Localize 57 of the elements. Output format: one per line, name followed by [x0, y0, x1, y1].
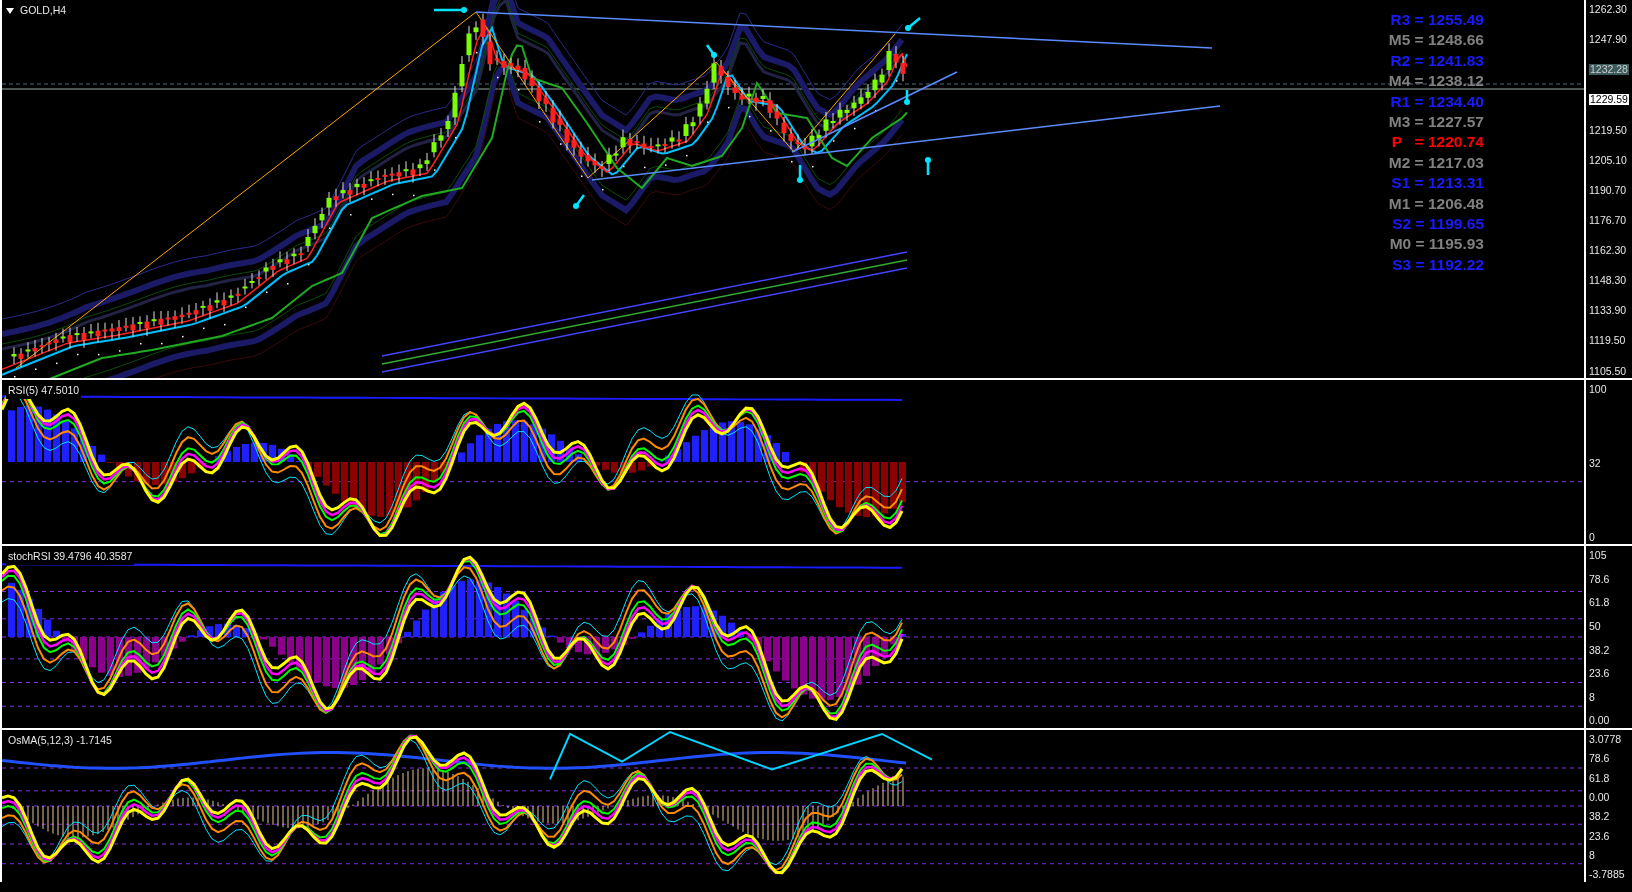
price-axis-label: 1247.90 — [1589, 34, 1627, 45]
pivot-level-label: M4 = 1238.12 — [1388, 71, 1484, 92]
arrow-icon — [797, 165, 803, 183]
axis-label: 3.0778 — [1589, 734, 1623, 745]
axis-label: 105 — [1589, 550, 1608, 561]
pivot-level-label: R3 = 1255.49 — [1390, 10, 1484, 30]
panel-title: GOLD,H4 — [18, 3, 69, 19]
axis-label: 78.6 — [1589, 573, 1611, 585]
axis-label: 38.2 — [1589, 644, 1611, 656]
axis-label: 23.6 — [1589, 830, 1611, 842]
pivot-level-label: S2 = 1199.65 — [1392, 214, 1484, 235]
arrow-icon — [925, 157, 931, 175]
panel-title: stochRSI 39.4796 40.3587 — [6, 549, 135, 565]
panel-title: OsMA(5,12,3) -1.7145 — [6, 733, 114, 749]
pivot-level-label: M1 = 1206.48 — [1388, 193, 1484, 214]
pivot-level-label: R1 = 1234.40 — [1390, 91, 1484, 112]
axis-label: 8 — [1589, 850, 1596, 861]
axis-label: 0.00 — [1589, 792, 1611, 803]
axis-label: 61.8 — [1589, 597, 1611, 608]
arrow-icon — [434, 7, 467, 13]
price-axis-label: 1148.30 — [1589, 275, 1627, 286]
axis-label: 50 — [1589, 620, 1602, 632]
axis-label: 78.6 — [1589, 753, 1611, 764]
price-axis-label: 1219.50 — [1589, 124, 1627, 135]
axis-label: -3.7885 — [1589, 869, 1626, 880]
axis-label: 32 — [1589, 457, 1602, 469]
price-axis-label: 1205.10 — [1589, 154, 1627, 166]
axis-label: 100 — [1589, 384, 1608, 395]
arrow-icon — [705, 44, 717, 58]
pivot-level-label: S3 = 1192.22 — [1392, 254, 1484, 275]
dropdown-triangle-icon — [6, 7, 14, 14]
price-axis-label: 1133.90 — [1589, 305, 1627, 316]
price-tag: 1232.28 — [1589, 64, 1629, 75]
pivot-level-label: S1 = 1213.31 — [1391, 173, 1484, 194]
axis-label: 0.00 — [1589, 715, 1611, 726]
panel-title: RSI(5) 47.5010 — [6, 383, 82, 399]
arrow-icon — [905, 17, 921, 31]
price-axis-label: 1119.50 — [1589, 335, 1626, 346]
pivot-level-label: M2 = 1217.03 — [1388, 152, 1484, 173]
price-axis-label: 1190.70 — [1589, 184, 1627, 196]
price-axis-label: 1176.70 — [1589, 214, 1627, 226]
pivot-level-label: M0 = 1195.93 — [1389, 234, 1484, 255]
pivot-level-label: R2 = 1241.83 — [1390, 50, 1484, 71]
price-axis-label: 1262.30 — [1589, 4, 1627, 15]
arrow-icon — [904, 90, 910, 105]
price-axis-label: 1162.30 — [1589, 245, 1627, 256]
axis-label: 23.6 — [1589, 668, 1611, 679]
pivot-level-label: M5 = 1248.66 — [1388, 30, 1484, 51]
pivot-level-label: P = 1220.74 — [1391, 132, 1484, 153]
price-tag: 1229.59 — [1589, 94, 1629, 105]
axis-label: 38.2 — [1589, 811, 1611, 822]
axis-label: 61.8 — [1589, 772, 1611, 784]
pivot-level-label: M3 = 1227.57 — [1388, 112, 1484, 133]
axis-label: 8 — [1589, 691, 1596, 703]
arrow-icon — [573, 194, 585, 209]
axis-label: 0 — [1589, 531, 1596, 542]
price-axis-label: 1105.50 — [1589, 365, 1627, 376]
